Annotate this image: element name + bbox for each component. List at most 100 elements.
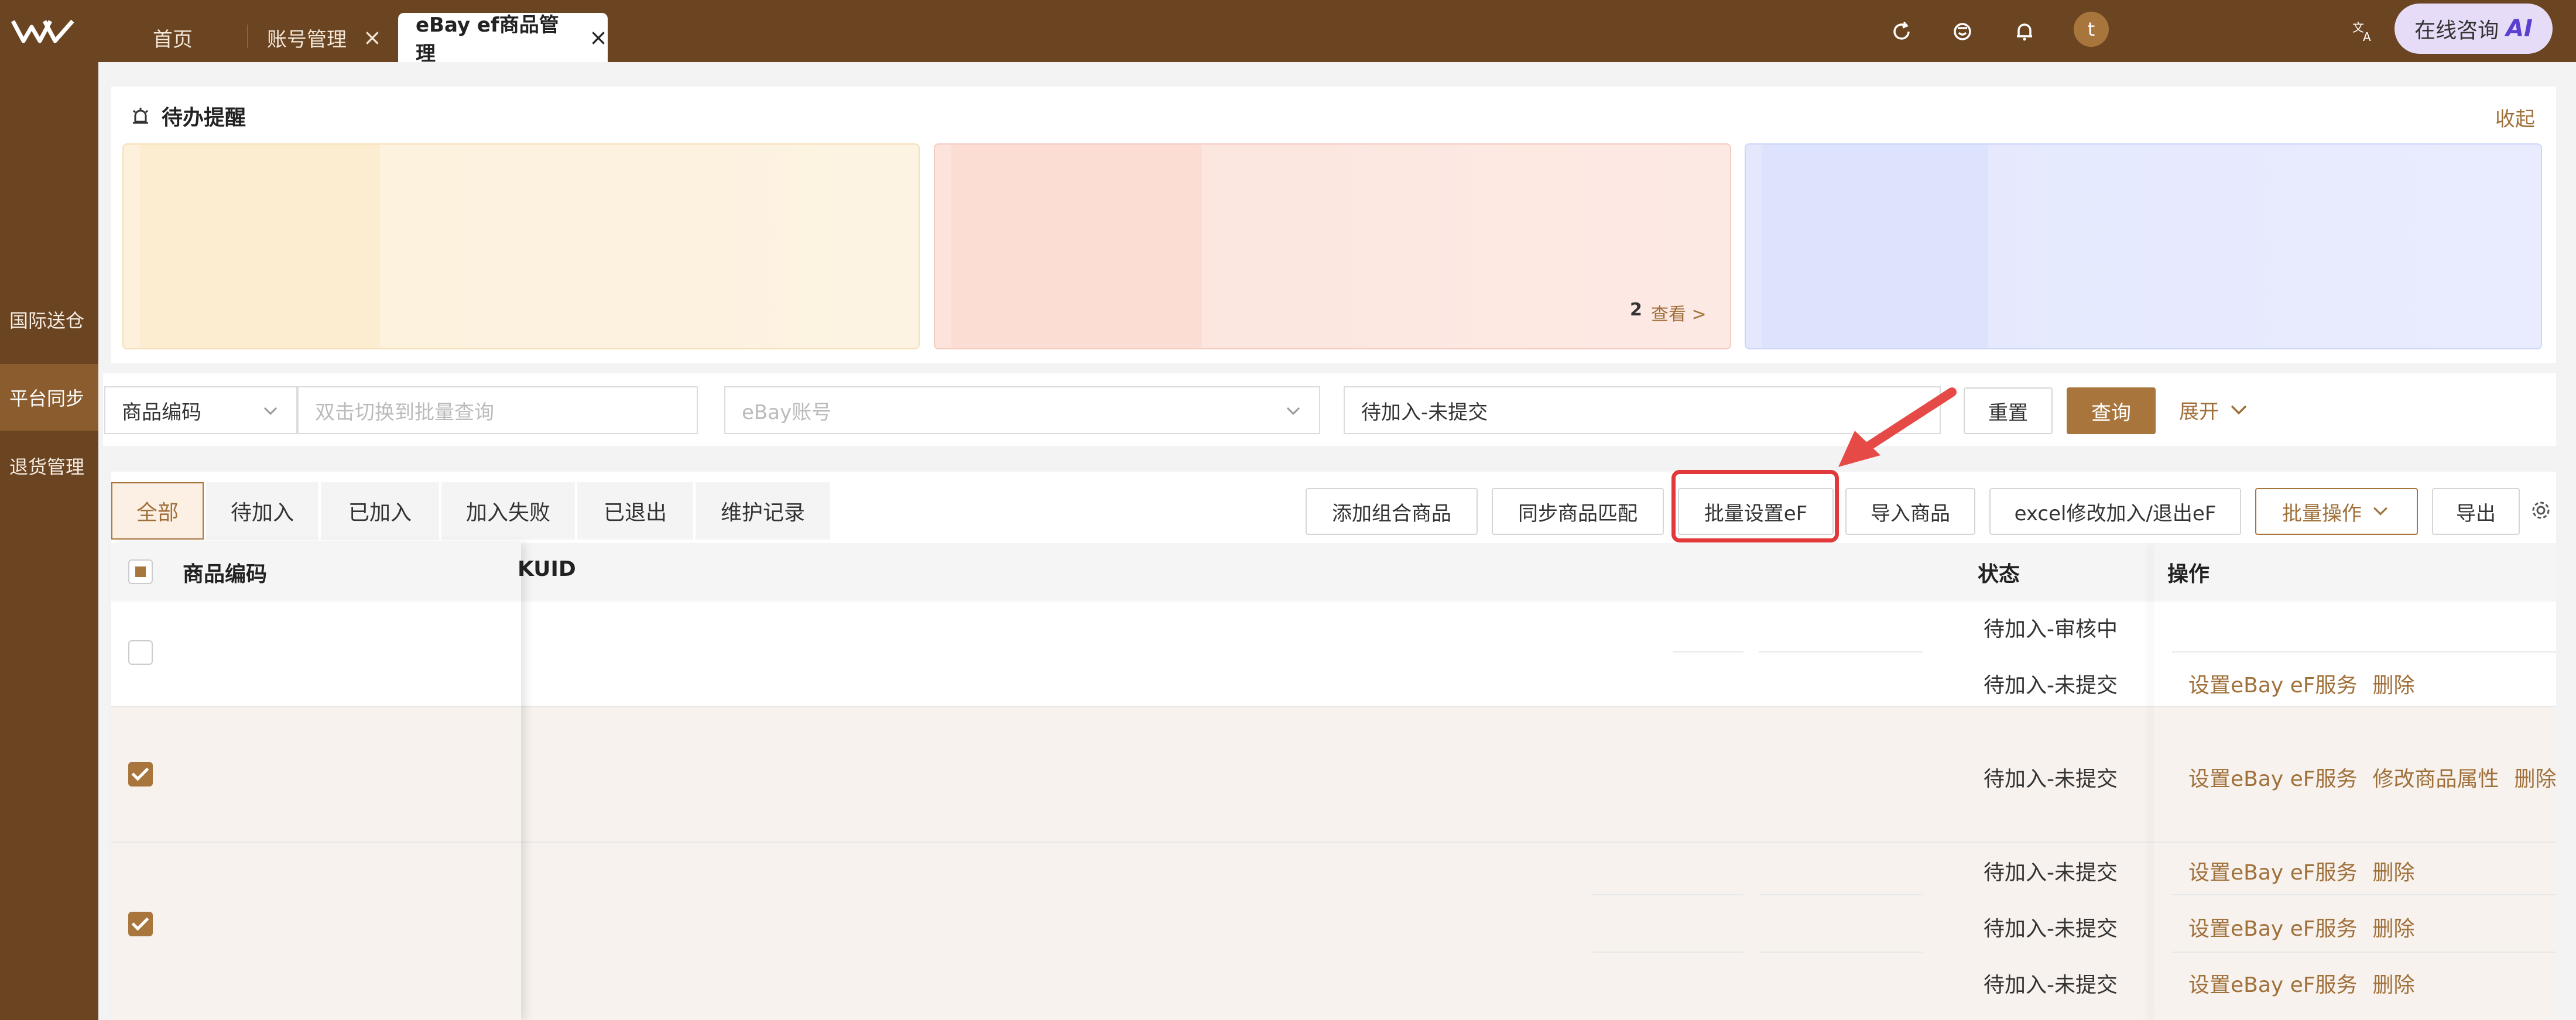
cell-divider bbox=[1759, 651, 1923, 652]
batch-ops-label: 批量操作 bbox=[2282, 502, 2362, 526]
tab-all[interactable]: 全部 bbox=[111, 482, 204, 540]
delete-link[interactable]: 删除 bbox=[2373, 973, 2415, 997]
set-ef-service-link[interactable]: 设置eBay eF服务 bbox=[2188, 973, 2358, 997]
logo-icon bbox=[11, 19, 74, 43]
query-button[interactable]: 查询 bbox=[2067, 387, 2156, 434]
row-checkbox[interactable] bbox=[128, 912, 153, 936]
cell-divider bbox=[2172, 894, 2556, 895]
tab-join-failed[interactable]: 加入失败 bbox=[441, 482, 575, 540]
cell-divider bbox=[1759, 894, 1923, 895]
sidebar-item-international-warehouse[interactable]: 国际送仓 bbox=[0, 290, 98, 349]
account-placeholder: eBay账号 bbox=[742, 400, 832, 424]
set-ef-service-link[interactable]: 设置eBay eF服务 bbox=[2188, 767, 2358, 791]
search-input[interactable]: 双击切换到批量查询 bbox=[297, 386, 698, 434]
chevron-down-icon bbox=[2231, 405, 2247, 414]
close-icon[interactable]: × bbox=[589, 25, 608, 50]
ai-badge: AI bbox=[2506, 15, 2533, 42]
collapse-link[interactable]: 收起 bbox=[2495, 103, 2535, 132]
set-ef-service-link[interactable]: 设置eBay eF服务 bbox=[2188, 674, 2358, 698]
top-bar: 首页 账号管理 × eBay ef商品管理 × t 文A 在线咨询 AI bbox=[0, 0, 2576, 66]
todo-card-error[interactable] bbox=[934, 143, 1731, 349]
tab-divider bbox=[247, 25, 248, 48]
card-block bbox=[1762, 145, 1988, 348]
todo-view-link[interactable]: 查看 > bbox=[1651, 300, 1707, 325]
ebay-account-select[interactable]: eBay账号 bbox=[724, 386, 1320, 434]
gear-icon[interactable] bbox=[2526, 495, 2556, 526]
batch-ops-button[interactable]: 批量操作 bbox=[2255, 488, 2418, 535]
excel-modify-button[interactable]: excel修改加入/退出eF bbox=[1989, 488, 2241, 535]
tab-home[interactable]: 首页 bbox=[135, 13, 211, 62]
refresh-icon[interactable] bbox=[1885, 15, 1918, 48]
status-select-value: 待加入-未提交 bbox=[1361, 400, 1488, 424]
close-icon[interactable]: × bbox=[363, 25, 382, 50]
fixed-column-shadow bbox=[111, 543, 521, 1020]
bell-icon[interactable] bbox=[2008, 15, 2041, 48]
import-products-button[interactable]: 导入商品 bbox=[1845, 488, 1975, 535]
chevron-down-icon bbox=[2373, 507, 2387, 516]
tab-label: eBay ef商品管理 bbox=[416, 13, 559, 66]
row-status: 待加入-未提交 bbox=[1984, 674, 2118, 698]
translate-icon[interactable]: 文A bbox=[2347, 15, 2379, 48]
search-placeholder: 双击切换到批量查询 bbox=[315, 400, 494, 424]
highlight-box bbox=[1671, 470, 1839, 542]
field-select[interactable]: 商品编码 bbox=[104, 386, 297, 434]
todo-card-info[interactable] bbox=[1745, 143, 2542, 349]
delete-link[interactable]: 删除 bbox=[2515, 767, 2557, 791]
sidebar: 国际送仓 平台同步 退货管理 bbox=[0, 62, 98, 1020]
tab-ebay-ef-products[interactable]: eBay ef商品管理 × bbox=[398, 13, 608, 66]
arrow-annotation-icon bbox=[1838, 387, 1957, 467]
set-ef-service-link[interactable]: 设置eBay eF服务 bbox=[2188, 917, 2358, 941]
todo-title-text: 待办提醒 bbox=[162, 106, 246, 130]
alarm-icon bbox=[132, 108, 149, 124]
row-status: 待加入-未提交 bbox=[1984, 861, 2118, 885]
set-ef-service-link[interactable]: 设置eBay eF服务 bbox=[2188, 861, 2358, 885]
expand-link[interactable]: 展开 bbox=[2179, 396, 2250, 424]
chevron-down-icon bbox=[263, 407, 278, 415]
svg-text:文: 文 bbox=[2352, 20, 2364, 35]
export-button[interactable]: 导出 bbox=[2432, 488, 2520, 535]
tab-pending-join[interactable]: 待加入 bbox=[206, 482, 318, 540]
cell-divider bbox=[1673, 651, 1743, 652]
expand-label: 展开 bbox=[2179, 400, 2219, 424]
tab-account-management[interactable]: 账号管理 × bbox=[267, 13, 382, 62]
row-status: 待加入-未提交 bbox=[1984, 973, 2118, 997]
row-ops: 设置eBay eF服务 删除 bbox=[2188, 668, 2430, 699]
sync-match-button[interactable]: 同步商品匹配 bbox=[1492, 488, 1664, 535]
chat-label: 在线咨询 bbox=[2414, 19, 2499, 43]
reset-button[interactable]: 重置 bbox=[1964, 387, 2053, 434]
add-combo-button[interactable]: 添加组合商品 bbox=[1306, 488, 1478, 535]
delete-link[interactable]: 删除 bbox=[2373, 861, 2415, 885]
tab-joined[interactable]: 已加入 bbox=[321, 482, 439, 540]
todo-count: 2 bbox=[1630, 300, 1642, 320]
row-status: 待加入-审核中 bbox=[1984, 617, 2118, 641]
tab-label: 账号管理 bbox=[267, 28, 347, 51]
edit-attributes-link[interactable]: 修改商品属性 bbox=[2373, 767, 2499, 791]
todo-card-warning[interactable] bbox=[122, 143, 920, 349]
ops-column-shadow bbox=[2154, 543, 2157, 1020]
todo-title: 待办提醒 bbox=[130, 101, 246, 131]
cell-divider bbox=[1592, 952, 1743, 953]
sidebar-item-label: 国际送仓 bbox=[9, 310, 85, 332]
card-block bbox=[140, 145, 380, 348]
sidebar-item-label: 退货管理 bbox=[9, 456, 85, 478]
card-block bbox=[951, 145, 1202, 348]
row-ops: 设置eBay eF服务 删除 bbox=[2188, 856, 2430, 886]
svg-text:A: A bbox=[2363, 30, 2371, 44]
tab-maintenance-log[interactable]: 维护记录 bbox=[696, 482, 830, 540]
tab-label: 首页 bbox=[153, 28, 193, 51]
cell-divider bbox=[1592, 894, 1743, 895]
row-checkbox[interactable] bbox=[128, 640, 153, 665]
online-consult-button[interactable]: 在线咨询 AI bbox=[2395, 4, 2553, 54]
row-ops: 设置eBay eF服务 删除 bbox=[2188, 912, 2430, 942]
row-checkbox[interactable] bbox=[128, 762, 153, 787]
tab-exited[interactable]: 已退出 bbox=[577, 482, 693, 540]
chevron-down-icon bbox=[1286, 407, 1300, 415]
sidebar-item-platform-sync[interactable]: 平台同步 bbox=[0, 364, 98, 431]
avatar[interactable]: t bbox=[2074, 12, 2109, 47]
sidebar-item-returns[interactable]: 退货管理 bbox=[0, 437, 98, 495]
delete-link[interactable]: 删除 bbox=[2373, 917, 2415, 941]
cell-divider bbox=[2172, 952, 2556, 953]
service-icon[interactable] bbox=[1946, 15, 1979, 48]
row-status: 待加入-未提交 bbox=[1984, 767, 2118, 791]
delete-link[interactable]: 删除 bbox=[2373, 674, 2415, 698]
